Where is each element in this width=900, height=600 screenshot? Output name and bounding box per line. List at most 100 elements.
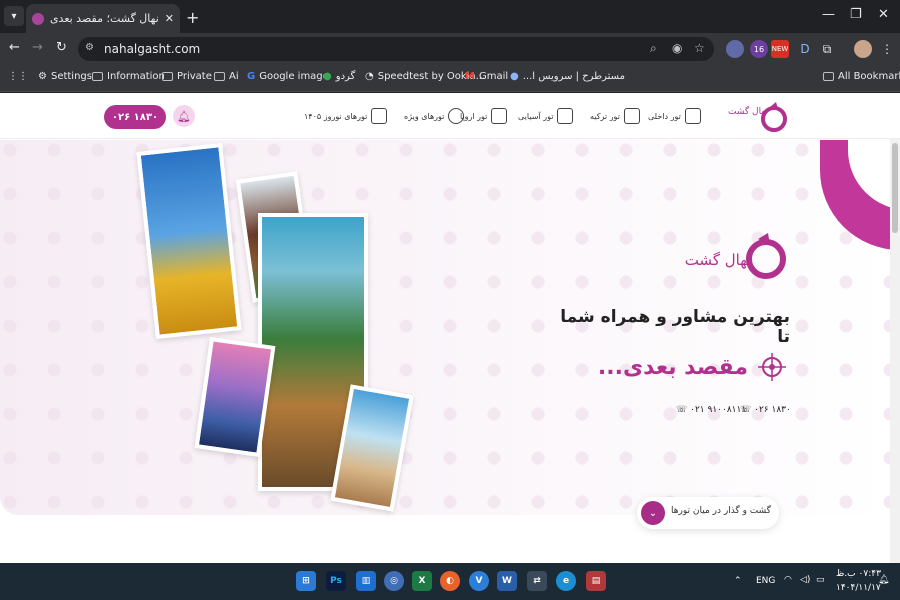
pdf-app-icon[interactable]: ▤: [586, 571, 606, 591]
google-icon: G: [247, 71, 256, 82]
hero-subheadline: مقصد بعدی...: [597, 355, 748, 380]
page-viewport: ۰۲۶ ۱۸۳۰ 🔔︎ تورهای نوروز ۱۴۰۵ تورهای ویژ…: [0, 93, 900, 563]
tab-close-icon[interactable]: ✕: [165, 12, 174, 25]
extensions-puzzle-icon[interactable]: ⧉: [818, 40, 836, 58]
tracking-eye-icon[interactable]: ◉: [672, 41, 682, 55]
bookmark-mastertarh[interactable]: ● مسترطرح | سرویس ا...: [510, 71, 625, 82]
restore-icon[interactable]: ❐: [850, 7, 862, 22]
minimize-icon[interactable]: —: [822, 7, 835, 22]
folder-icon: [162, 72, 173, 81]
page-scrollbar-thumb[interactable]: [892, 143, 898, 233]
address-bar[interactable]: ⚙ nahalgasht.com ⌕ ◉ ☆: [78, 37, 714, 61]
v-app-icon[interactable]: V: [469, 571, 489, 591]
browse-tours-button[interactable]: ⌄ گشت و گذار در میان تورها: [637, 497, 779, 529]
tray-expand-icon[interactable]: ⌃: [734, 576, 742, 586]
hero-logo-text: نهال گشت: [685, 251, 752, 269]
menu-domestic-tours[interactable]: تور داخلی: [648, 108, 701, 124]
bookmark-label: Ai: [229, 71, 239, 82]
word-icon[interactable]: W: [497, 571, 517, 591]
phone-icon: ☏: [676, 405, 691, 415]
hero-headline: بهترین مشاور و همراه شما تا: [560, 307, 790, 347]
bookmark-information[interactable]: Information: [92, 71, 165, 82]
excel-icon[interactable]: X: [412, 571, 432, 591]
bell-icon[interactable]: 🔔︎: [173, 105, 195, 127]
menu-special-tours[interactable]: تورهای ویژه: [404, 108, 465, 124]
window-close-icon[interactable]: ✕: [878, 7, 889, 22]
bookmark-settings[interactable]: ⚙ Settings: [38, 71, 92, 82]
browser-toolbar: ← → ↻ ⚙ nahalgasht.com ⌕ ◉ ☆ 16 NEW D ⧉ …: [0, 33, 900, 65]
hero-logo: نهال گشت: [685, 233, 786, 279]
notification-bell-icon[interactable]: 🔔︎: [878, 575, 889, 585]
bookmark-label: مسترطرح | سرویس ا...: [522, 71, 625, 82]
logo-text: نهال گشت: [728, 105, 768, 117]
bookmark-star-icon[interactable]: ☆: [694, 41, 705, 55]
compass-icon: [758, 353, 786, 381]
menu-label: تورهای ویژه: [404, 111, 445, 121]
menu-nowruz-tours[interactable]: تورهای نوروز ۱۴۰۵: [304, 108, 388, 124]
menu-label: تور اروپا: [460, 111, 488, 121]
zoom-icon[interactable]: ⌕: [650, 41, 657, 56]
edge-icon[interactable]: e: [556, 571, 576, 591]
folder-icon: [214, 72, 225, 81]
site-logo[interactable]: نهال گشت: [718, 99, 790, 133]
new-tab-button[interactable]: +: [186, 8, 199, 27]
bookmark-ai[interactable]: Ai: [214, 71, 239, 82]
network-app-icon[interactable]: ⇄: [527, 571, 547, 591]
tab-title: نهال گشت؛ مقصد بعدی؟ | تور: [50, 12, 159, 25]
site-icon: ●: [510, 71, 519, 82]
bookmark-label: گردو: [335, 71, 356, 82]
photoshop-icon[interactable]: Ps: [326, 571, 346, 591]
forward-icon[interactable]: →: [32, 40, 43, 55]
plant-icon: [371, 108, 388, 124]
speedtest-icon: ◔: [365, 71, 374, 82]
shield-extension-icon[interactable]: [726, 40, 744, 58]
bookmark-label: Google image: [259, 71, 329, 82]
folder-icon: [823, 72, 834, 81]
firefox-icon[interactable]: ◐: [440, 571, 460, 591]
header-phone-button[interactable]: ۰۲۶ ۱۸۳۰: [104, 105, 166, 129]
bookmarks-bar: ⋮⋮ ⚙ Settings Information Private Ai G Goo…: [0, 65, 900, 92]
bookmark-private[interactable]: Private: [162, 71, 212, 82]
bookmark-all[interactable]: All Bookmarks: [823, 71, 900, 82]
gmail-icon: M: [465, 71, 475, 82]
contact-phone-2[interactable]: ☏ ۰۲۱ ۹۱۰۰۸۱۱۱: [676, 405, 746, 415]
tab-search-button[interactable]: ▾: [4, 6, 24, 26]
bookmark-google-image[interactable]: G Google image: [247, 71, 329, 82]
bookmark-label: Private: [177, 71, 212, 82]
menu-label: تورهای نوروز ۱۴۰۵: [304, 111, 368, 121]
trello-icon[interactable]: ▥: [356, 571, 376, 591]
bookmark-gmail[interactable]: M Gmail: [465, 71, 508, 82]
extension-badge-16[interactable]: 16: [750, 40, 768, 58]
profile-avatar[interactable]: [854, 40, 872, 58]
browse-tours-label: گشت و گذار در میان تورها: [671, 506, 771, 516]
extension-badge-new[interactable]: NEW: [771, 40, 789, 58]
menu-europe-tours[interactable]: تور اروپا: [460, 108, 508, 124]
extension-d-icon[interactable]: D: [796, 40, 814, 58]
clock-date[interactable]: ۱۴۰۴/۱۱/۱۷: [836, 583, 881, 593]
menu-turkey-tours[interactable]: تور ترکیه: [590, 108, 640, 124]
site-icon: ●: [323, 71, 332, 82]
browser-tab-active[interactable]: نهال گشت؛ مقصد بعدی؟ | تور ✕: [26, 4, 180, 33]
url-text: nahalgasht.com: [104, 42, 201, 56]
bookmark-label: Settings: [50, 71, 92, 82]
bookmark-gerdoo[interactable]: ● گردو: [323, 71, 355, 82]
clock-time[interactable]: ۰۷:۴۳ ب.ظ: [836, 569, 881, 579]
bookmark-label: Gmail: [478, 71, 509, 82]
start-icon[interactable]: ⊞: [296, 571, 316, 591]
browser-menu-icon[interactable]: ⋮: [878, 40, 896, 58]
reload-icon[interactable]: ↻: [56, 40, 67, 55]
menu-label: تور آسیایی: [518, 111, 554, 121]
phone-number: ۰۲۱ ۹۱۰۰۸۱۱۱: [690, 405, 747, 415]
site-info-icon[interactable]: ⚙: [85, 42, 99, 56]
wifi-icon[interactable]: ◠: [784, 575, 792, 585]
back-icon[interactable]: ←: [9, 40, 20, 55]
apps-grid-icon[interactable]: ⋮⋮: [8, 71, 28, 82]
battery-icon[interactable]: ▭: [816, 575, 825, 585]
volume-icon[interactable]: ◁): [800, 575, 810, 585]
menu-asia-tours[interactable]: تور آسیایی: [518, 108, 574, 124]
mosque-icon: [623, 108, 640, 124]
chrome-icon[interactable]: ◎: [384, 571, 404, 591]
bookmark-label: All Bookmarks: [838, 71, 900, 82]
contact-phone-1[interactable]: ☏ ۰۲۶ ۱۸۳۰: [740, 405, 791, 415]
language-indicator[interactable]: ENG: [756, 576, 775, 586]
